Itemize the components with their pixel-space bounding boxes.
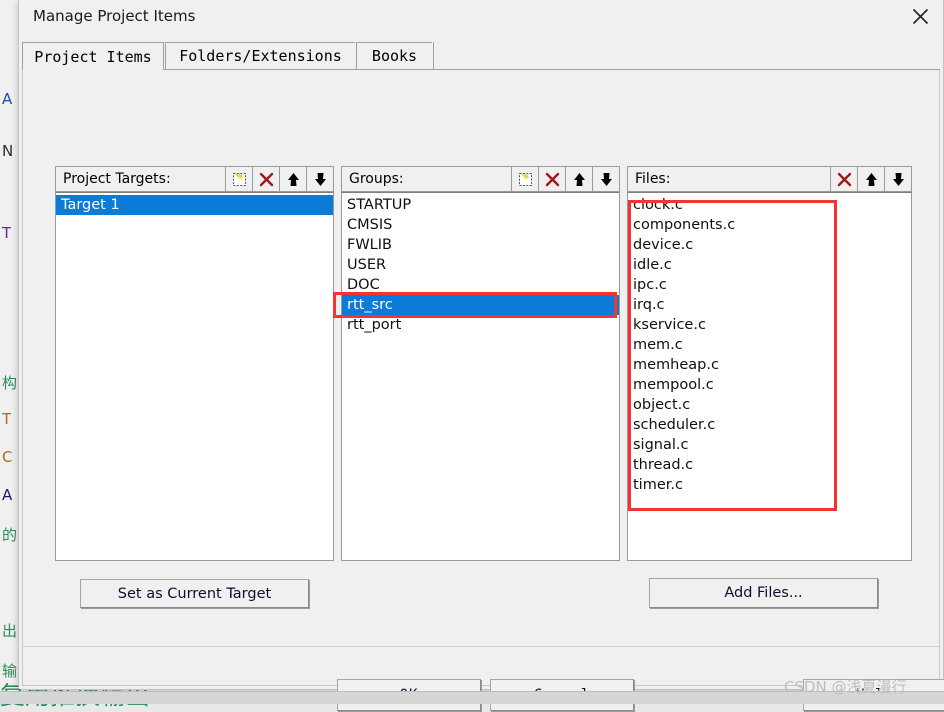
group-list-item-label: DOC xyxy=(347,277,380,293)
file-list-item[interactable]: irq.c xyxy=(628,295,911,315)
group-list-item-label: FWLIB xyxy=(347,237,392,253)
group-list-item-label: USER xyxy=(347,257,386,273)
close-icon[interactable] xyxy=(897,0,943,32)
background-code-fragment: T xyxy=(2,224,11,242)
set-as-current-target-label: Set as Current Target xyxy=(118,586,271,602)
background-code-fragment: 的 xyxy=(2,524,17,545)
manage-project-items-dialog: Manage Project Items Project Items Folde… xyxy=(18,0,944,690)
file-list-item-label: scheduler.c xyxy=(633,417,715,433)
target-list-item-label: Target 1 xyxy=(61,197,120,213)
files-listbox[interactable]: clock.c components.c device.c idle.c ipc.c ir… xyxy=(627,192,912,561)
dialog-titlebar: Manage Project Items xyxy=(19,0,943,32)
tab-folders-extensions[interactable]: Folders/Extensions xyxy=(165,42,355,69)
group-list-item[interactable]: CMSIS xyxy=(342,215,619,235)
background-code-fragment: 出 xyxy=(2,620,17,641)
new-item-icon[interactable] xyxy=(225,167,252,191)
background-code-fragment: 构 xyxy=(2,372,17,393)
background-code-fragment: N xyxy=(2,142,13,160)
groups-label: Groups: xyxy=(349,171,511,187)
group-list-item-label: STARTUP xyxy=(347,197,411,213)
file-list-item[interactable]: scheduler.c xyxy=(628,415,911,435)
move-up-icon[interactable] xyxy=(857,167,884,191)
tabstrip: Project Items Folders/Extensions Books xyxy=(22,42,940,70)
new-item-icon[interactable] xyxy=(511,167,538,191)
file-list-item[interactable]: kservice.c xyxy=(628,315,911,335)
target-list-item[interactable]: Target 1 xyxy=(56,195,333,215)
background-code-fragment: C xyxy=(2,448,12,466)
move-down-icon[interactable] xyxy=(884,167,911,191)
move-up-icon[interactable] xyxy=(565,167,592,191)
groups-listbox[interactable]: STARTUP CMSIS FWLIB USER DOC rtt_src rtt_port xyxy=(341,192,620,561)
move-down-icon[interactable] xyxy=(592,167,619,191)
project-items-panel: Project Targets: xyxy=(22,70,940,686)
project-targets-listbox[interactable]: Target 1 xyxy=(55,192,334,561)
background-code-fragment: A xyxy=(2,486,12,504)
project-targets-label: Project Targets: xyxy=(63,171,225,187)
file-list-item-label: signal.c xyxy=(633,437,688,453)
file-list-item-label: thread.c xyxy=(633,457,693,473)
delete-icon[interactable] xyxy=(252,167,279,191)
tab-project-items-label: Project Items xyxy=(34,48,151,66)
file-list-item-label: idle.c xyxy=(633,257,672,273)
set-as-current-target-button[interactable]: Set as Current Target xyxy=(80,579,309,608)
file-list-item[interactable]: mem.c xyxy=(628,335,911,355)
group-list-item-label: rtt_src xyxy=(347,297,393,313)
file-list-item-label: components.c xyxy=(633,217,735,233)
file-list-item-label: object.c xyxy=(633,397,690,413)
dialog-separator xyxy=(23,646,939,647)
file-list-item-label: mem.c xyxy=(633,337,683,353)
group-list-item[interactable]: DOC xyxy=(342,275,619,295)
background-code-fragment: A xyxy=(2,90,12,108)
file-list-item[interactable]: clock.c xyxy=(628,195,911,215)
files-label: Files: xyxy=(635,171,830,187)
file-list-item-label: irq.c xyxy=(633,297,665,313)
file-list-item[interactable]: idle.c xyxy=(628,255,911,275)
file-list-item[interactable]: timer.c xyxy=(628,475,911,495)
file-list-item-label: ipc.c xyxy=(633,277,667,293)
file-list-item[interactable]: signal.c xyxy=(628,435,911,455)
move-down-icon[interactable] xyxy=(306,167,333,191)
tab-folders-extensions-label: Folders/Extensions xyxy=(179,47,342,65)
file-list-item-label: clock.c xyxy=(633,197,683,213)
tabstrip-endcap xyxy=(433,42,434,69)
file-list-item[interactable]: device.c xyxy=(628,235,911,255)
group-list-item[interactable]: rtt_src xyxy=(342,295,619,315)
project-targets-header: Project Targets: xyxy=(55,166,334,192)
file-list-item[interactable]: thread.c xyxy=(628,455,911,475)
file-list-item[interactable]: mempool.c xyxy=(628,375,911,395)
file-list-item-label: memheap.c xyxy=(633,357,719,373)
delete-icon[interactable] xyxy=(830,167,857,191)
file-list-item-label: timer.c xyxy=(633,477,683,493)
delete-icon[interactable] xyxy=(538,167,565,191)
csdn-watermark: CSDN @浅夏漫行 xyxy=(784,676,907,697)
file-list-item[interactable]: components.c xyxy=(628,215,911,235)
group-list-item-label: rtt_port xyxy=(347,317,401,333)
file-list-item-label: kservice.c xyxy=(633,317,706,333)
file-list-item[interactable]: memheap.c xyxy=(628,355,911,375)
file-list-item-label: mempool.c xyxy=(633,377,714,393)
group-list-item-label: CMSIS xyxy=(347,217,392,233)
dialog-title: Manage Project Items xyxy=(33,7,195,25)
tab-books-label: Books xyxy=(372,47,417,65)
group-list-item[interactable]: STARTUP xyxy=(342,195,619,215)
group-list-item[interactable]: USER xyxy=(342,255,619,275)
group-list-item[interactable]: FWLIB xyxy=(342,235,619,255)
groups-header: Groups: xyxy=(341,166,620,192)
dialog-body: Project Items Folders/Extensions Books P… xyxy=(19,32,943,689)
move-up-icon[interactable] xyxy=(279,167,306,191)
tab-project-items[interactable]: Project Items xyxy=(22,42,164,70)
file-list-item-label: device.c xyxy=(633,237,693,253)
add-files-button[interactable]: Add Files... xyxy=(649,578,878,608)
file-list-item[interactable]: ipc.c xyxy=(628,275,911,295)
files-header: Files: xyxy=(627,166,912,192)
add-files-label: Add Files... xyxy=(724,585,802,601)
background-code-fragment: T xyxy=(2,410,11,428)
group-list-item[interactable]: rtt_port xyxy=(342,315,619,335)
file-list-item[interactable]: object.c xyxy=(628,395,911,415)
tab-books[interactable]: Books xyxy=(356,42,432,69)
